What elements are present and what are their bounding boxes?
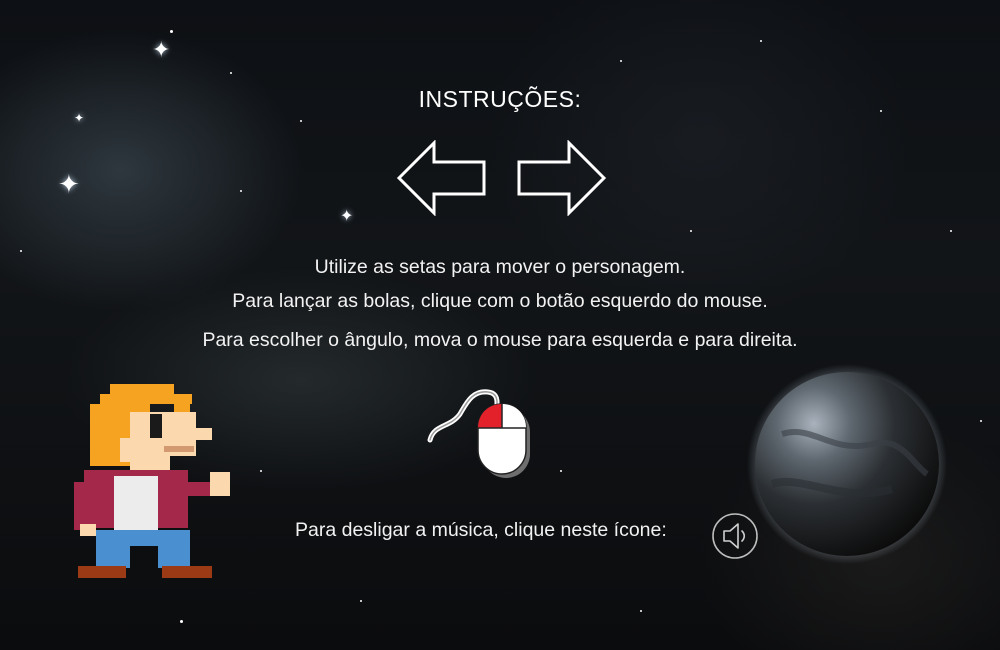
hero-character-sprite xyxy=(74,384,230,578)
star xyxy=(950,230,952,232)
star xyxy=(300,120,302,122)
instruction-throw: Para lançar as bolas, clique com o botão… xyxy=(232,290,768,312)
star xyxy=(690,230,692,232)
star xyxy=(20,250,22,252)
star xyxy=(240,190,242,192)
planet-image xyxy=(747,364,947,564)
star xyxy=(260,470,262,472)
star xyxy=(230,72,232,74)
star xyxy=(560,470,562,472)
instructions-title: INSTRUÇÕES: xyxy=(418,86,582,112)
instruction-move: Utilize as setas para mover o personagem… xyxy=(314,256,686,278)
star xyxy=(640,610,642,612)
star-sparkle: ✦ xyxy=(152,38,171,63)
right-arrow-icon xyxy=(517,140,607,216)
star xyxy=(980,420,982,422)
instruction-music: Para desligar a música, clique neste íco… xyxy=(295,519,667,541)
mouse-icon xyxy=(427,389,530,478)
star-sparkle: ✦ xyxy=(340,206,354,225)
star xyxy=(180,620,183,623)
star xyxy=(620,60,622,62)
star xyxy=(760,40,762,42)
speaker-icon[interactable] xyxy=(711,512,759,560)
star xyxy=(360,600,362,602)
left-arrow-icon xyxy=(396,140,486,216)
instruction-angle: Para escolher o ângulo, mova o mouse par… xyxy=(202,329,798,351)
star xyxy=(170,30,173,33)
star-sparkle: ✦ xyxy=(58,170,80,200)
star-sparkle: ✦ xyxy=(74,111,85,125)
game-screen: ✦ ✦ ✦ ✦ INSTRUÇÕES: Utilize as setas par… xyxy=(0,0,1000,650)
